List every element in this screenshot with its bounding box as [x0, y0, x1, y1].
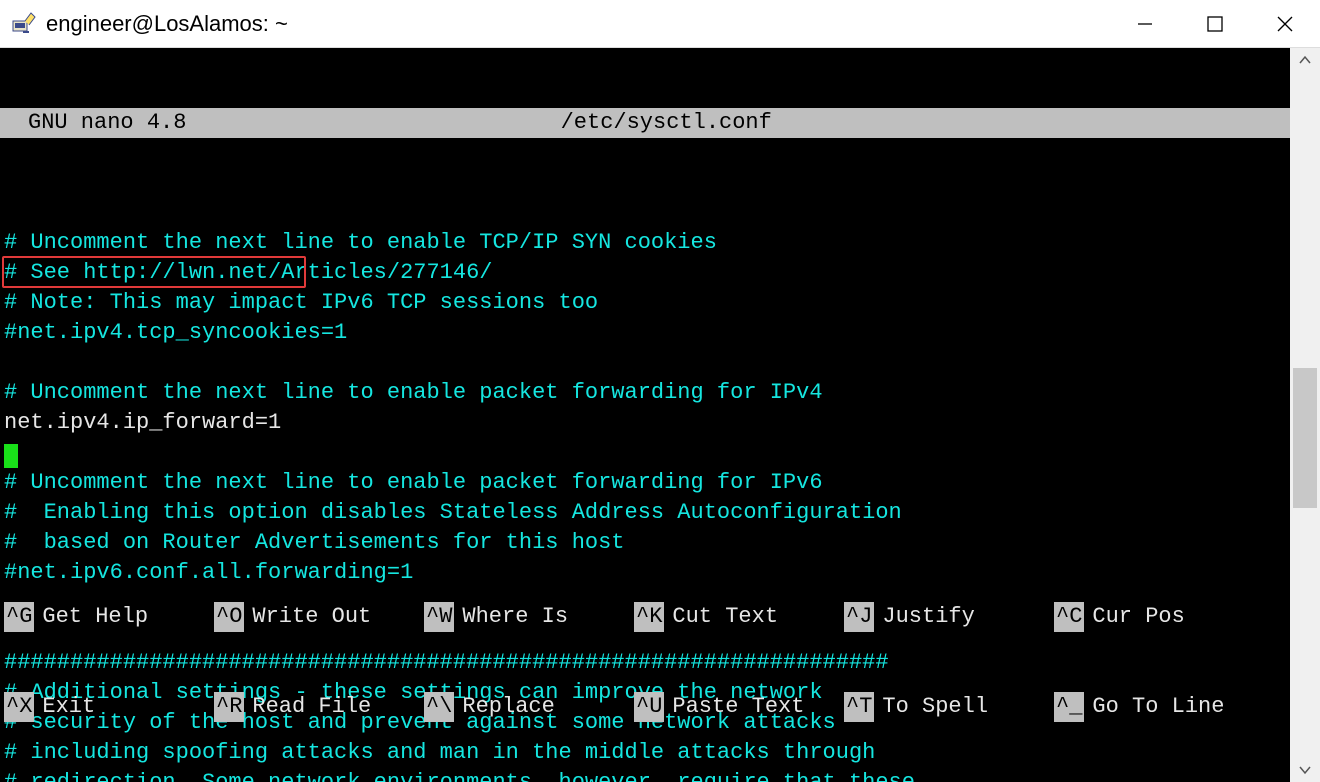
file-line[interactable]: # Note: This may impact IPv6 TCP session… [4, 288, 1290, 318]
window-controls [1110, 0, 1320, 47]
file-line[interactable]: # Uncomment the next line to enable TCP/… [4, 228, 1290, 258]
scroll-thumb[interactable] [1293, 368, 1317, 508]
nano-version: GNU nano 4.8 [28, 108, 186, 138]
shortcut-key: ^C [1054, 602, 1084, 632]
shortcut[interactable]: ^O Write Out [214, 602, 424, 632]
putty-icon [10, 10, 38, 38]
cursor [4, 444, 18, 468]
shortcut-desc: Replace [462, 692, 554, 722]
shortcut-desc: Read File [252, 692, 371, 722]
shortcut-bar: ^G Get Help ^O Write Out ^W Where Is ^K Cut Tex… [0, 542, 1290, 782]
shortcut[interactable]: ^X Exit [4, 692, 214, 722]
shortcut-desc: To Spell [882, 692, 988, 722]
terminal[interactable]: GNU nano 4.8 /etc/sysctl.conf # Uncommen… [0, 48, 1290, 782]
scrollbar[interactable] [1290, 48, 1320, 782]
shortcut-desc: Justify [882, 602, 974, 632]
shortcut-key: ^T [844, 692, 874, 722]
shortcut-key: ^R [214, 692, 244, 722]
shortcut-desc: Cur Pos [1092, 602, 1184, 632]
nano-header: GNU nano 4.8 /etc/sysctl.conf [0, 108, 1290, 138]
minimize-button[interactable] [1110, 0, 1180, 47]
file-line[interactable]: # Uncomment the next line to enable pack… [4, 468, 1290, 498]
shortcut[interactable]: ^R Read File [214, 692, 424, 722]
shortcut[interactable]: ^K Cut Text [634, 602, 844, 632]
nano-filename: /etc/sysctl.conf [186, 108, 1146, 138]
scroll-down-icon[interactable] [1290, 758, 1320, 782]
file-line[interactable]: #net.ipv4.tcp_syncookies=1 [4, 318, 1290, 348]
shortcut[interactable]: ^G Get Help [4, 602, 214, 632]
shortcut-desc: Where Is [462, 602, 568, 632]
file-line[interactable] [4, 438, 1290, 468]
shortcut-desc: Write Out [252, 602, 371, 632]
file-line[interactable] [4, 348, 1290, 378]
file-line[interactable]: # Enabling this option disables Stateles… [4, 498, 1290, 528]
shortcut-key: ^G [4, 602, 34, 632]
shortcut-desc: Cut Text [672, 602, 778, 632]
file-line[interactable]: net.ipv4.ip_forward=1 [4, 408, 1290, 438]
shortcut-key: ^_ [1054, 692, 1084, 722]
shortcut-desc: Exit [42, 692, 95, 722]
file-line[interactable]: # Uncomment the next line to enable pack… [4, 378, 1290, 408]
shortcut[interactable]: ^J Justify [844, 602, 1054, 632]
shortcut[interactable]: ^_ Go To Line [1054, 692, 1264, 722]
shortcut-key: ^O [214, 602, 244, 632]
shortcut[interactable]: ^\ Replace [424, 692, 634, 722]
shortcut[interactable]: ^T To Spell [844, 692, 1054, 722]
shortcut[interactable]: ^W Where Is [424, 602, 634, 632]
shortcut-desc: Get Help [42, 602, 148, 632]
shortcut-key: ^\ [424, 692, 454, 722]
shortcut-desc: Go To Line [1092, 692, 1224, 722]
shortcut-desc: Paste Text [672, 692, 804, 722]
shortcut-key: ^X [4, 692, 34, 722]
shortcut-key: ^J [844, 602, 874, 632]
shortcut[interactable]: ^U Paste Text [634, 692, 844, 722]
window-title: engineer@LosAlamos: ~ [46, 11, 1110, 37]
shortcut[interactable]: ^C Cur Pos [1054, 602, 1264, 632]
shortcut-key: ^K [634, 602, 664, 632]
file-line[interactable]: # See http://lwn.net/Articles/277146/ [4, 258, 1290, 288]
close-button[interactable] [1250, 0, 1320, 47]
scroll-up-icon[interactable] [1290, 48, 1320, 72]
shortcut-key: ^U [634, 692, 664, 722]
window-titlebar: engineer@LosAlamos: ~ [0, 0, 1320, 48]
maximize-button[interactable] [1180, 0, 1250, 47]
shortcut-key: ^W [424, 602, 454, 632]
